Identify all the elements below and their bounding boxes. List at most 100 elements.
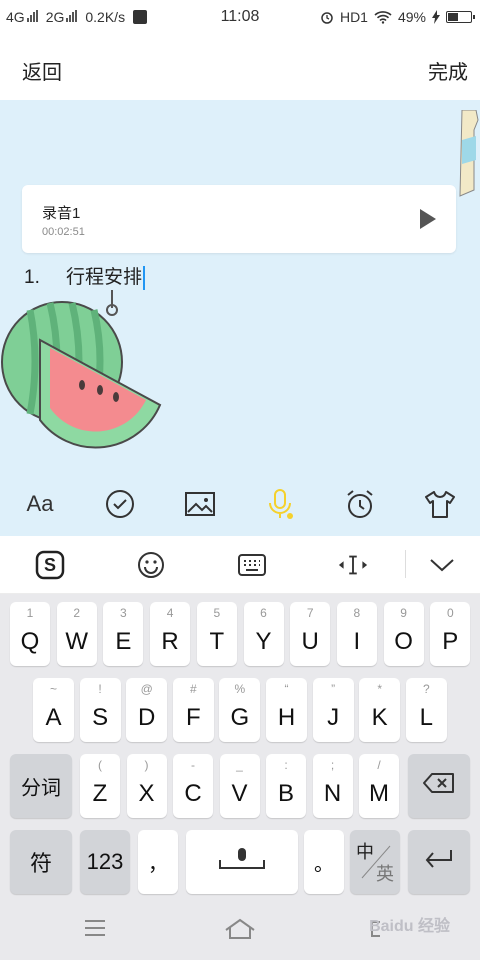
key-hint: 1 bbox=[26, 606, 34, 620]
key-hint: 2 bbox=[73, 606, 81, 620]
comma-label: ， bbox=[148, 853, 168, 876]
key-label: M bbox=[369, 780, 389, 807]
period-key[interactable]: 。 bbox=[304, 830, 344, 894]
space-key[interactable] bbox=[186, 830, 298, 894]
key-y[interactable]: 6Y bbox=[243, 602, 284, 666]
fenci-key[interactable]: 分词 bbox=[10, 754, 72, 818]
image-icon[interactable] bbox=[182, 486, 218, 522]
key-hint: ~ bbox=[49, 682, 57, 696]
keyboard-toolbar: S bbox=[0, 536, 480, 594]
key-s[interactable]: ! S bbox=[79, 678, 121, 742]
key-hint: ) bbox=[144, 758, 149, 772]
cursor-move-icon[interactable] bbox=[337, 549, 369, 581]
key-label: X bbox=[138, 780, 155, 807]
font-icon[interactable]: Aa bbox=[22, 486, 58, 522]
hd-indicator: HD1 bbox=[339, 9, 368, 25]
key-hint: ; bbox=[330, 758, 335, 772]
check-circle-icon[interactable] bbox=[102, 486, 138, 522]
recording-card[interactable]: 录音1 00:02:51 bbox=[22, 185, 456, 253]
key-hint: : bbox=[284, 758, 288, 772]
number-label: 123 bbox=[86, 849, 124, 874]
list-item[interactable]: 1. 行程安排 bbox=[24, 262, 146, 290]
key-d[interactable]: @ D bbox=[126, 678, 168, 742]
key-q[interactable]: 1Q bbox=[10, 602, 50, 666]
key-label: B bbox=[277, 780, 294, 807]
back-button[interactable]: 返回 bbox=[22, 56, 62, 85]
toolbar-divider bbox=[405, 550, 406, 578]
charging-icon bbox=[432, 10, 440, 24]
sogou-logo-icon[interactable]: S bbox=[34, 549, 66, 581]
key-hint: ? bbox=[422, 682, 430, 696]
key-e[interactable]: 3E bbox=[103, 602, 144, 666]
key-p[interactable]: 0P bbox=[430, 602, 471, 666]
key-t[interactable]: 5T bbox=[196, 602, 237, 666]
comma-key[interactable]: ， bbox=[138, 830, 178, 894]
key-label: U bbox=[301, 628, 319, 655]
key-hint: 6 bbox=[260, 606, 267, 620]
key-hint: ( bbox=[98, 758, 102, 772]
baidu-watermark: Baidu 经验 bbox=[369, 918, 450, 935]
status-bar: 4G 2G 0.2K/s 11:08 HD1 49% bbox=[0, 0, 480, 36]
key-k[interactable]: * K bbox=[359, 678, 401, 742]
menu-icon[interactable] bbox=[84, 918, 106, 938]
key-u[interactable]: 7U bbox=[290, 602, 331, 666]
key-n[interactable]: ; N bbox=[312, 754, 353, 818]
key-i[interactable]: 8I bbox=[336, 602, 377, 666]
key-v[interactable]: _ V bbox=[219, 754, 260, 818]
key-l[interactable]: ? L bbox=[405, 678, 447, 742]
fenci-label: 分词 bbox=[21, 777, 61, 800]
key-hint: / bbox=[377, 758, 381, 772]
done-button[interactable]: 完成 bbox=[428, 56, 468, 85]
nav-bar: 返回 完成 bbox=[0, 36, 480, 100]
key-label: F bbox=[185, 704, 201, 731]
key-hint: 4 bbox=[166, 606, 174, 620]
key-label: J bbox=[327, 704, 340, 731]
collapse-keyboard-icon[interactable] bbox=[426, 549, 458, 581]
key-g[interactable]: % G bbox=[219, 678, 261, 742]
microphone-icon[interactable] bbox=[262, 486, 298, 522]
key-hint: “ bbox=[284, 682, 289, 696]
key-b[interactable]: :B bbox=[266, 754, 306, 818]
key-label: D bbox=[138, 704, 156, 731]
key-x[interactable]: ) X bbox=[126, 754, 167, 818]
key-f[interactable]: # F bbox=[172, 678, 214, 742]
symbol-key[interactable]: 符 bbox=[10, 830, 72, 894]
backspace-key[interactable] bbox=[408, 754, 470, 818]
key-o[interactable]: 9O bbox=[383, 602, 424, 666]
tshirt-icon[interactable] bbox=[422, 486, 458, 522]
key-label: L bbox=[419, 704, 433, 731]
wifi-icon bbox=[374, 11, 392, 24]
home-icon[interactable] bbox=[224, 918, 256, 940]
key-w[interactable]: 2W bbox=[56, 602, 97, 666]
key-hint: ! bbox=[98, 682, 102, 696]
recording-title: 录音1 bbox=[42, 205, 81, 222]
key-label: W bbox=[65, 628, 89, 655]
key-label: A bbox=[45, 704, 62, 731]
key-hint: # bbox=[189, 682, 197, 696]
enter-key[interactable] bbox=[408, 830, 470, 894]
emoji-icon[interactable] bbox=[135, 549, 167, 581]
key-label: S bbox=[92, 704, 109, 731]
play-icon[interactable] bbox=[420, 209, 436, 229]
key-label: G bbox=[230, 704, 250, 731]
key-m[interactable]: / M bbox=[359, 754, 399, 818]
number-key[interactable]: 123 bbox=[80, 830, 130, 894]
key-h[interactable]: “H bbox=[266, 678, 307, 742]
keyboard-switch-icon[interactable] bbox=[236, 549, 268, 581]
key-label: E bbox=[115, 628, 132, 655]
voice-input-icon bbox=[186, 846, 298, 878]
key-label: K bbox=[371, 704, 388, 731]
key-label: P bbox=[442, 628, 459, 655]
alarm-icon[interactable] bbox=[342, 486, 378, 522]
key-j[interactable]: ” J bbox=[312, 678, 354, 742]
key-c[interactable]: -C bbox=[173, 754, 213, 818]
key-z[interactable]: (Z bbox=[80, 754, 120, 818]
key-label: H bbox=[277, 704, 296, 731]
note-editor[interactable]: 录音1 00:02:51 1. 行程安排 Aa bbox=[0, 100, 480, 536]
key-label: Y bbox=[255, 628, 272, 655]
key-r[interactable]: 4R bbox=[150, 602, 191, 666]
key-a[interactable]: ~ A bbox=[33, 678, 74, 742]
key-label: V bbox=[231, 780, 248, 807]
key-hint: * bbox=[377, 682, 383, 696]
language-switch-key[interactable]: 中 英 bbox=[350, 830, 400, 894]
